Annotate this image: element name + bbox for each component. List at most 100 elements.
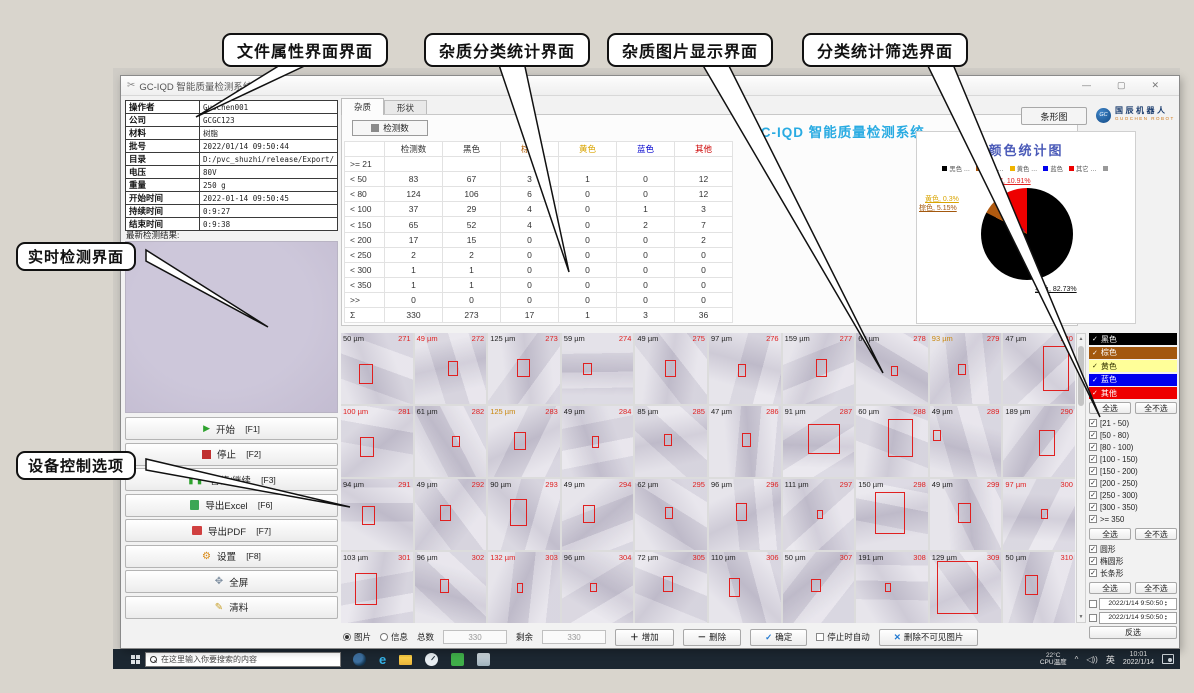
start-button[interactable]: ▶开始 [F1] [125, 417, 338, 440]
impurity-tile-274[interactable]: 27459 µm [562, 333, 634, 404]
impurity-tile-297[interactable]: 297111 µm [783, 479, 855, 550]
impurity-tile-272[interactable]: 27249 µm [415, 333, 487, 404]
language-indicator[interactable]: 英 [1106, 653, 1115, 666]
radio-info[interactable]: 信息 [380, 631, 408, 643]
volume-icon[interactable]: ◁)) [1086, 655, 1097, 664]
impurity-tile-299[interactable]: 29949 µm [930, 479, 1002, 550]
color-filter-棕色[interactable]: ✓棕色 [1089, 347, 1177, 359]
checkbox-icon[interactable]: ✓ [1092, 376, 1098, 384]
size-filter-checkbox[interactable]: ✓[21 - 50) [1089, 417, 1177, 429]
size-filter-checkbox[interactable]: ✓[50 - 80) [1089, 429, 1177, 441]
remain-input[interactable]: 330 [542, 630, 606, 644]
size-filter-checkbox[interactable]: ✓>= 350 [1089, 513, 1177, 525]
delete-invisible-button[interactable]: ✕删除不可见图片 [879, 629, 979, 646]
close-button[interactable]: ✕ [1151, 80, 1159, 91]
checkbox-icon[interactable]: ✓ [1089, 569, 1097, 577]
impurity-tile-306[interactable]: 306110 µm [709, 552, 781, 623]
checkbox-icon[interactable]: ✓ [1089, 491, 1097, 499]
select-none-button[interactable]: 全不选 [1135, 528, 1177, 540]
grid-scrollbar[interactable]: ▲ ▼ [1076, 333, 1086, 623]
checkbox-icon[interactable] [1089, 614, 1097, 622]
impurity-tile-280[interactable]: 28047 µm [1003, 333, 1075, 404]
checkbox-icon[interactable]: ✓ [1089, 431, 1097, 439]
checkbox-icon[interactable]: ✓ [1089, 419, 1097, 427]
checkbox-icon[interactable]: ✓ [1089, 443, 1097, 451]
impurity-tile-275[interactable]: 27549 µm [635, 333, 707, 404]
taskbar-clock[interactable]: 10:01 2022/1/14 [1123, 651, 1154, 667]
radio-info-circle[interactable] [380, 633, 388, 641]
impurity-tile-277[interactable]: 277159 µm [783, 333, 855, 404]
size-filter-checkbox[interactable]: ✓[250 - 300) [1089, 489, 1177, 501]
spinner-icon[interactable]: ▲▼ [1164, 601, 1167, 607]
impurity-tile-304[interactable]: 30496 µm [562, 552, 634, 623]
confirm-button[interactable]: ✓确定 [750, 629, 807, 646]
size-filter-checkbox[interactable]: ✓[150 - 200) [1089, 465, 1177, 477]
checkbox-icon[interactable]: ✓ [1092, 362, 1098, 370]
checkbox-icon[interactable]: ✓ [1092, 349, 1098, 357]
auto-on-stop-box[interactable] [816, 633, 824, 641]
checkbox-icon[interactable]: ✓ [1092, 389, 1098, 397]
impurity-tile-290[interactable]: 290189 µm [1003, 406, 1075, 477]
shape-filter-checkbox[interactable]: ✓长条形 [1089, 567, 1177, 579]
green-app-icon[interactable] [451, 653, 464, 666]
invert-selection-button[interactable]: 反选 [1089, 626, 1177, 639]
clock-app-icon[interactable] [425, 653, 438, 666]
impurity-tile-308[interactable]: 308191 µm [856, 552, 928, 623]
browser-icon[interactable] [353, 653, 366, 666]
impurity-tile-293[interactable]: 29390 µm [488, 479, 560, 550]
impurity-tile-302[interactable]: 30296 µm [415, 552, 487, 623]
detect-count-button[interactable]: 检测数 [352, 120, 428, 136]
start-button[interactable] [125, 649, 145, 669]
datetime-input[interactable]: 2022/1/14 9:50:50▲▼ [1099, 612, 1177, 624]
add-button[interactable]: ＋增加 [615, 629, 674, 646]
impurity-tile-301[interactable]: 301103 µm [341, 552, 413, 623]
impurity-tile-307[interactable]: 30750 µm [783, 552, 855, 623]
select-all-button[interactable]: 全选 [1089, 528, 1131, 540]
bar-chart-button[interactable]: 条形图 [1021, 107, 1087, 125]
radio-image-circle[interactable] [343, 633, 351, 641]
notification-center-icon[interactable] [1162, 654, 1174, 664]
tray-expand-icon[interactable]: ^ [1075, 655, 1079, 664]
color-filter-其他[interactable]: ✓其他 [1089, 387, 1177, 399]
select-none-button[interactable]: 全不选 [1135, 582, 1177, 594]
scroll-up-icon[interactable]: ▲ [1077, 334, 1085, 344]
scroll-thumb[interactable] [1078, 346, 1084, 406]
select-all-button[interactable]: 全选 [1089, 582, 1131, 594]
color-filter-蓝色[interactable]: ✓蓝色 [1089, 374, 1177, 386]
impurity-tile-282[interactable]: 28261 µm [415, 406, 487, 477]
pause-resume-button[interactable]: ❚❚暂停/继续 [F3] [125, 468, 338, 491]
checkbox-icon[interactable] [1089, 600, 1097, 608]
impurity-tile-296[interactable]: 29696 µm [709, 479, 781, 550]
impurity-tile-285[interactable]: 28585 µm [635, 406, 707, 477]
impurity-tile-292[interactable]: 29249 µm [415, 479, 487, 550]
color-filter-黑色[interactable]: ✓黑色 [1089, 333, 1177, 345]
impurity-tile-300[interactable]: 30097 µm [1003, 479, 1075, 550]
impurity-tile-287[interactable]: 28791 µm [783, 406, 855, 477]
impurity-tile-278[interactable]: 27860 µm [856, 333, 928, 404]
checkbox-icon[interactable]: ✓ [1089, 557, 1097, 565]
impurity-tile-303[interactable]: 303132 µm [488, 552, 560, 623]
fullscreen-button[interactable]: ✥全屏 [125, 570, 338, 593]
delete-button[interactable]: －删除 [683, 629, 742, 646]
impurity-tile-294[interactable]: 29449 µm [562, 479, 634, 550]
scroll-down-icon[interactable]: ▼ [1077, 612, 1085, 622]
stop-button[interactable]: 停止 [F2] [125, 443, 338, 466]
total-input[interactable]: 330 [443, 630, 507, 644]
size-filter-checkbox[interactable]: ✓[300 - 350) [1089, 501, 1177, 513]
select-all-button[interactable]: 全选 [1089, 402, 1131, 414]
impurity-tile-310[interactable]: 31050 µm [1003, 552, 1075, 623]
impurity-tile-271[interactable]: 27150 µm [341, 333, 413, 404]
checkbox-icon[interactable]: ✓ [1089, 503, 1097, 511]
export-pdf-button[interactable]: 导出PDF [F7] [125, 519, 338, 542]
settings-button[interactable]: ⚙设置 [F8] [125, 545, 338, 568]
edge-icon[interactable]: e [379, 653, 386, 666]
impurity-tile-298[interactable]: 298150 µm [856, 479, 928, 550]
export-excel-button[interactable]: 导出Excel [F6] [125, 494, 338, 517]
taskbar-search-input[interactable]: 在这里输入你要搜索的内容 [145, 652, 341, 667]
impurity-tile-288[interactable]: 28860 µm [856, 406, 928, 477]
size-filter-checkbox[interactable]: ✓[200 - 250) [1089, 477, 1177, 489]
document-app-icon[interactable] [477, 653, 490, 666]
shape-filter-checkbox[interactable]: ✓圆形 [1089, 543, 1177, 555]
size-filter-checkbox[interactable]: ✓[100 - 150) [1089, 453, 1177, 465]
impurity-tile-289[interactable]: 28949 µm [930, 406, 1002, 477]
